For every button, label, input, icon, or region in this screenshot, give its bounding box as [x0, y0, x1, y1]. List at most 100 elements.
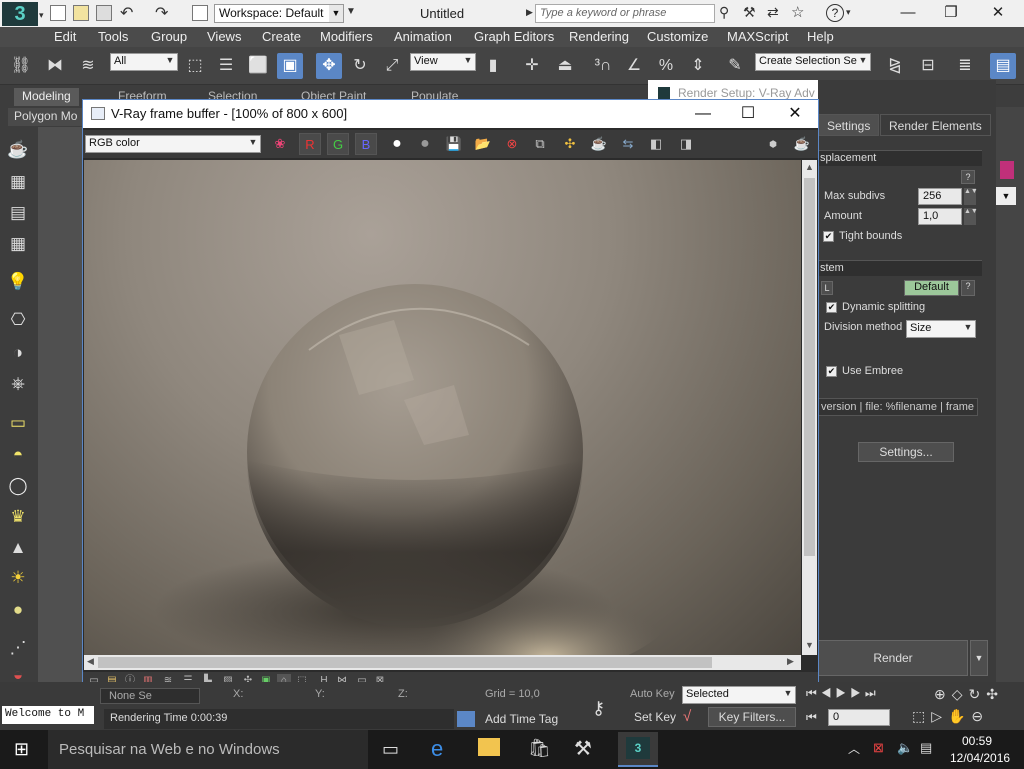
save-file-icon[interactable] [96, 5, 112, 21]
duplicate-to-mfb-icon[interactable]: ⧉ [529, 134, 551, 154]
key-icon[interactable]: ⚷ [592, 698, 605, 719]
3dsmax-taskbar-button[interactable]: 3 [618, 732, 658, 767]
time-tag-icon[interactable] [457, 711, 475, 727]
render-teapot-icon[interactable]: ☕ [791, 134, 813, 154]
close-icon[interactable]: ✕ [780, 103, 810, 125]
workspace-select[interactable]: Workspace: Default ▼ [214, 4, 344, 23]
minimize-icon[interactable]: — [688, 103, 718, 125]
max-subdivs-input[interactable]: 256 [918, 188, 962, 205]
window-crossing-icon[interactable]: ▣ [277, 53, 303, 79]
sun-icon[interactable]: ☀ [4, 565, 32, 591]
grid-plane-icon[interactable]: ⋰ [4, 635, 32, 661]
l-button[interactable]: L [821, 281, 833, 295]
film-camera-icon[interactable]: ⎈ [4, 371, 32, 397]
clock-time[interactable]: 00:59 [962, 734, 992, 748]
ball-icon[interactable]: ● [4, 597, 32, 623]
rgb-channels-icon[interactable]: ❀ [269, 134, 291, 154]
alpha-channel-icon[interactable]: ● [386, 134, 408, 154]
light-icon[interactable]: 💡 [4, 269, 32, 295]
scroll-thumb[interactable] [804, 178, 815, 556]
help-icon[interactable]: ? [826, 4, 844, 22]
track-mouse-icon[interactable]: ✣ [559, 134, 581, 154]
key-filters-button[interactable]: Key Filters... [708, 707, 796, 727]
rotate-icon[interactable]: ↻ [347, 53, 373, 79]
key-tangent-icon[interactable]: √ [683, 708, 691, 725]
select-object-icon[interactable]: ⬚ [182, 53, 208, 79]
lut-icon[interactable]: ◨ [675, 134, 697, 154]
ref-coord-select[interactable]: View ▼ [410, 53, 476, 71]
cone-icon[interactable]: ▲ [4, 535, 32, 561]
named-selection-set-select[interactable]: Create Selection Se ▼ [755, 53, 871, 71]
add-time-tag[interactable]: Add Time Tag [485, 712, 558, 726]
angle-snap-icon[interactable]: ∠ [621, 53, 647, 79]
mono-channel-icon[interactable]: ● [414, 134, 436, 154]
notifications-icon[interactable]: ▤ [920, 740, 932, 756]
viewport-nav-controls-2[interactable]: ⬚▷✋⊖ [912, 708, 989, 725]
rendered-image[interactable] [84, 160, 801, 655]
app-icon[interactable]: ⚒ [574, 736, 592, 761]
manipulate-icon[interactable]: ✛ [519, 53, 545, 79]
color-corrections-icon[interactable]: ◧ [645, 134, 667, 154]
close-icon[interactable]: ✕ [987, 4, 1009, 22]
tray-chevron-icon[interactable]: ︿ [848, 740, 860, 757]
taskbar-search-input[interactable]: Pesquisar na Web e no Windows [48, 730, 368, 769]
bind-spacewarp-icon[interactable]: ≋ [75, 53, 101, 79]
menu-group[interactable]: Group [151, 29, 187, 44]
spinner-icon[interactable]: ▲▼ [964, 208, 978, 225]
network-icon[interactable]: ⊠ [873, 740, 884, 756]
settings-button[interactable]: Settings... [858, 442, 954, 462]
link-to-render-icon[interactable]: ⇆ [617, 134, 639, 154]
workspace-menu-icon[interactable]: ▼ [346, 6, 356, 17]
menu-edit[interactable]: Edit [54, 29, 76, 44]
red-channel-button[interactable]: R [299, 133, 321, 155]
select-by-name-icon[interactable]: ☰ [213, 53, 239, 79]
tight-bounds-checkbox[interactable]: ✔ [823, 231, 834, 242]
selection-filter-select[interactable]: All ▼ [110, 53, 178, 71]
dynamic-splitting-checkbox[interactable]: ✔ [826, 302, 837, 313]
vertical-scrollbar[interactable]: ▲ ▼ [802, 160, 817, 655]
menu-customize[interactable]: Customize [647, 29, 708, 44]
binoculars-icon[interactable]: ⚲ [719, 4, 729, 21]
keyboard-shortcut-icon[interactable]: ⏏ [552, 53, 578, 79]
playback-controls[interactable]: ⏮◀▶▶⏭ [806, 686, 880, 701]
stop-render-icon[interactable]: ⬢ [762, 134, 784, 154]
list-icon[interactable]: ▤ [4, 200, 32, 226]
spinner-snap-icon[interactable]: ⇕ [685, 53, 711, 79]
menu-rendering[interactable]: Rendering [569, 29, 629, 44]
restore-icon[interactable]: ❐ [940, 4, 962, 22]
redo-icon[interactable]: ↷ [155, 3, 168, 23]
channel-select[interactable]: RGB color ▼ [85, 135, 261, 153]
edit-named-selection-icon[interactable]: ✎ [722, 53, 748, 79]
crown-icon[interactable]: ♛ [4, 504, 32, 530]
scroll-left-icon[interactable]: ◀ [87, 656, 94, 667]
menu-animation[interactable]: Animation [394, 29, 452, 44]
move-icon[interactable]: ✥ [316, 53, 342, 79]
system-header[interactable]: stem [818, 260, 982, 276]
grid-icon[interactable]: ▦ [4, 231, 32, 257]
tab-render-elements[interactable]: Render Elements [880, 114, 991, 136]
auto-key-button[interactable]: Auto Key [630, 688, 675, 700]
clear-image-icon[interactable]: ⊗ [501, 134, 523, 154]
division-method-select[interactable]: Size ▼ [906, 320, 976, 338]
maximize-icon[interactable]: ☐ [733, 103, 763, 125]
auto-key-select[interactable]: Selected ▼ [682, 686, 796, 704]
new-file-icon[interactable] [50, 5, 66, 21]
open-file-icon[interactable] [73, 5, 89, 21]
rect-selection-icon[interactable]: ⬜ [245, 53, 271, 79]
scale-icon[interactable]: ⤢ [379, 53, 405, 79]
color-swatch[interactable] [1000, 161, 1014, 179]
render-button[interactable]: Render [818, 640, 968, 676]
current-frame-input[interactable]: 0 [828, 709, 890, 726]
load-image-icon[interactable]: 📂 [472, 134, 494, 154]
viewport-nav-controls[interactable]: ⊕◇↻✣ [934, 686, 1004, 703]
time-config-icon[interactable]: ⏮ [806, 710, 817, 725]
help-button[interactable]: ? [961, 170, 975, 184]
dome-icon[interactable]: ◓ [4, 442, 32, 468]
teapot-icon[interactable]: ☕ [4, 137, 32, 163]
edge-icon[interactable]: e [431, 736, 443, 762]
menu-help[interactable]: Help [807, 29, 834, 44]
tools-icon[interactable]: ⚒ [743, 4, 756, 21]
render-region-icon[interactable]: ☕ [588, 134, 610, 154]
frame-stamp-input[interactable]: version | file: %filename | frame [818, 398, 978, 416]
sphere-icon[interactable]: ◯ [4, 473, 32, 499]
